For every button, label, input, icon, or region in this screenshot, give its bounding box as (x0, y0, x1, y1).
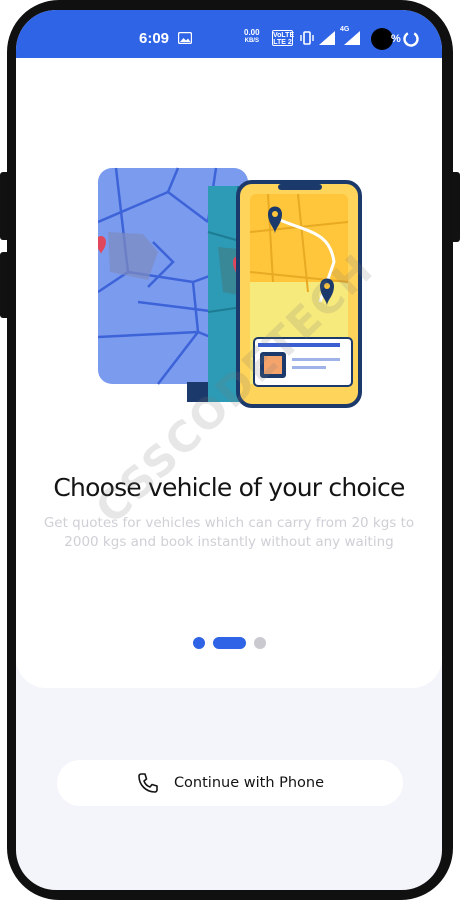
battery-percent: % (391, 33, 401, 45)
gallery-icon (178, 32, 192, 44)
onboarding-description: Get quotes for vehicles which can carry … (43, 515, 415, 550)
continue-with-phone-button[interactable]: Continue with Phone (57, 760, 403, 806)
vibrate-icon (300, 31, 314, 45)
page-indicator (16, 636, 442, 650)
volte-badge: VoLTE LTE 2 (272, 30, 295, 46)
status-bar: 6:09 0.00 KB/S VoLTE LTE 2 4G % (16, 10, 442, 58)
continue-with-phone-label: Continue with Phone (173, 775, 325, 791)
network-speed-unit: KB/S (244, 38, 259, 44)
battery-ring-icon (403, 31, 419, 47)
page-dot[interactable] (253, 637, 266, 649)
volte-label: VoLTE (273, 32, 295, 39)
front-camera (371, 28, 393, 50)
network-speed-value: 0.00 (244, 28, 260, 37)
onboarding-title: Choose vehicle of your choice (53, 473, 405, 502)
phone-screen: 6:09 0.00 KB/S VoLTE LTE 2 4G % Choose v… (16, 10, 442, 890)
signal-icon (319, 31, 335, 45)
phone-icon (138, 773, 158, 793)
page-dot[interactable] (192, 637, 205, 649)
power-button (452, 172, 460, 242)
signal-icon (344, 31, 360, 45)
lte-label: LTE 2 (273, 39, 292, 46)
network-speed: 0.00 KB/S (244, 29, 260, 45)
map-and-phone-illustration (98, 167, 362, 408)
status-time: 6:09 (139, 30, 170, 47)
page-dot-active[interactable] (212, 637, 246, 649)
onboarding-card: Choose vehicle of your choice Get quotes… (16, 58, 442, 688)
